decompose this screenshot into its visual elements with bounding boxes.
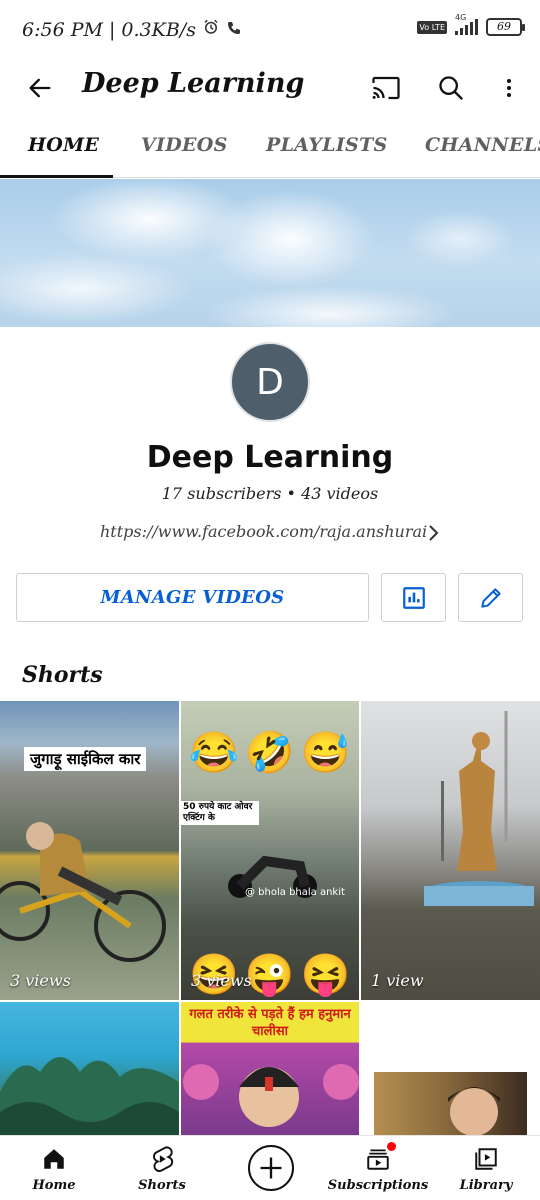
- cast-button[interactable]: [364, 66, 408, 110]
- channel-banner: [0, 179, 540, 327]
- chevron-right-icon[interactable]: [424, 520, 444, 546]
- search-icon: [439, 76, 463, 100]
- short-thumbnail[interactable]: 😂 🤣 😅 50 रुपये काट ओवर एक्टिंग के @ bhol…: [181, 701, 359, 1000]
- pencil-icon: [480, 587, 501, 608]
- channel-stats: 17 subscribers • 43 videos: [161, 484, 379, 503]
- short-watermark: @ bhola bhala ankit: [245, 887, 345, 898]
- analytics-icon: [402, 586, 425, 609]
- short-thumbnail[interactable]: [361, 1002, 540, 1135]
- app-bar: Deep Learning: [0, 60, 540, 120]
- nav-subscriptions-label: Subscriptions: [327, 1178, 429, 1193]
- bottom-navigation: Home Shorts Subscriptions Library: [0, 1135, 540, 1200]
- back-button[interactable]: [18, 66, 62, 110]
- short-caption: जुगाड़ू साईकिल कार: [24, 747, 147, 771]
- tab-videos[interactable]: VIDEOS: [141, 134, 228, 156]
- volte-badge: Vo LTE: [417, 20, 447, 34]
- nav-shorts[interactable]: Shorts: [108, 1136, 216, 1200]
- tab-playlists[interactable]: PLAYLISTS: [266, 134, 388, 156]
- nav-subscriptions[interactable]: Subscriptions: [324, 1136, 432, 1200]
- app-bar-title: Deep Learning: [82, 68, 305, 99]
- rofl-emoji-icon: 🤣: [244, 730, 295, 776]
- active-tab-indicator: [0, 175, 113, 178]
- emoji-row-top: 😂 🤣 😅: [189, 729, 350, 776]
- short-thumbnail[interactable]: [0, 1002, 179, 1135]
- short-views: 3 views: [191, 971, 252, 990]
- channel-link-row[interactable]: https://www.facebook.com/raja.anshurai: [0, 518, 540, 548]
- status-bar: 6:56 PM | 0.3KB/s Vo LTE 4G 69: [0, 0, 540, 60]
- notification-dot: [387, 1142, 396, 1151]
- home-icon: [39, 1144, 69, 1174]
- child-figure: [448, 1087, 500, 1135]
- create-button[interactable]: [248, 1145, 294, 1191]
- subscriptions-icon: [363, 1142, 396, 1174]
- nav-home[interactable]: Home: [0, 1136, 108, 1200]
- signal-icon: 4G: [455, 13, 478, 35]
- short-views: 1 view: [371, 971, 424, 990]
- more-options-button[interactable]: [487, 66, 531, 110]
- statue-figure: [424, 711, 534, 906]
- tab-home[interactable]: HOME: [28, 134, 99, 156]
- short-image: [374, 1072, 527, 1135]
- alarm-icon: [202, 18, 220, 41]
- channel-tabs: HOME VIDEOS PLAYLISTS CHANNELS: [0, 120, 540, 178]
- tab-channels[interactable]: CHANNELS: [425, 134, 540, 156]
- manage-videos-button[interactable]: MANAGE VIDEOS: [16, 573, 369, 622]
- nav-shorts-label: Shorts: [138, 1178, 186, 1193]
- laughing-emoji-icon: 😂: [189, 730, 239, 776]
- short-thumbnail[interactable]: जुगाड़ू साईकिल कार 3 views: [0, 701, 179, 1000]
- nav-library[interactable]: Library: [432, 1136, 540, 1200]
- nav-home-label: Home: [32, 1178, 76, 1193]
- wink-tongue-emoji-icon: 😜: [244, 952, 295, 998]
- short-thumbnail[interactable]: 1 view: [361, 701, 540, 1000]
- edit-channel-button[interactable]: [458, 573, 523, 622]
- battery-indicator: 69: [486, 18, 525, 36]
- cast-icon: [372, 76, 400, 100]
- analytics-button[interactable]: [381, 573, 446, 622]
- person-figure: [183, 1064, 359, 1127]
- library-icon: [471, 1144, 501, 1174]
- short-caption: गलत तरीके से पड़ते हैं हम हनुमान चालीसा: [189, 1007, 351, 1039]
- search-button[interactable]: [429, 66, 473, 110]
- create-plus-icon: [260, 1157, 282, 1179]
- short-views: 3 views: [10, 971, 71, 990]
- status-time-speed: 6:56 PM | 0.3KB/s: [22, 18, 196, 41]
- call-icon: [226, 19, 242, 41]
- channel-avatar[interactable]: D: [230, 342, 310, 422]
- channel-link[interactable]: https://www.facebook.com/raja.anshurai: [100, 522, 427, 541]
- more-vert-icon: [507, 79, 511, 97]
- sweat-smile-emoji-icon: 😅: [300, 730, 351, 776]
- channel-name: Deep Learning: [146, 440, 394, 475]
- network-label: 4G: [455, 13, 467, 22]
- squint-tongue-emoji-icon: 😝: [300, 952, 351, 998]
- short-caption: 50 रुपये काट ओवर एक्टिंग के: [181, 801, 259, 825]
- shorts-icon: [147, 1144, 177, 1174]
- bicycle-figure: [0, 822, 166, 962]
- back-arrow-icon: [29, 78, 51, 98]
- short-thumbnail[interactable]: गलत तरीके से पड़ते हैं हम हनुमान चालीसा: [181, 1002, 359, 1135]
- status-left: 6:56 PM | 0.3KB/s: [22, 18, 242, 41]
- status-right: Vo LTE 4G 69: [417, 13, 525, 36]
- waterfall-figure: [0, 1057, 179, 1135]
- nav-library-label: Library: [459, 1178, 513, 1193]
- shorts-heading: Shorts: [22, 662, 103, 688]
